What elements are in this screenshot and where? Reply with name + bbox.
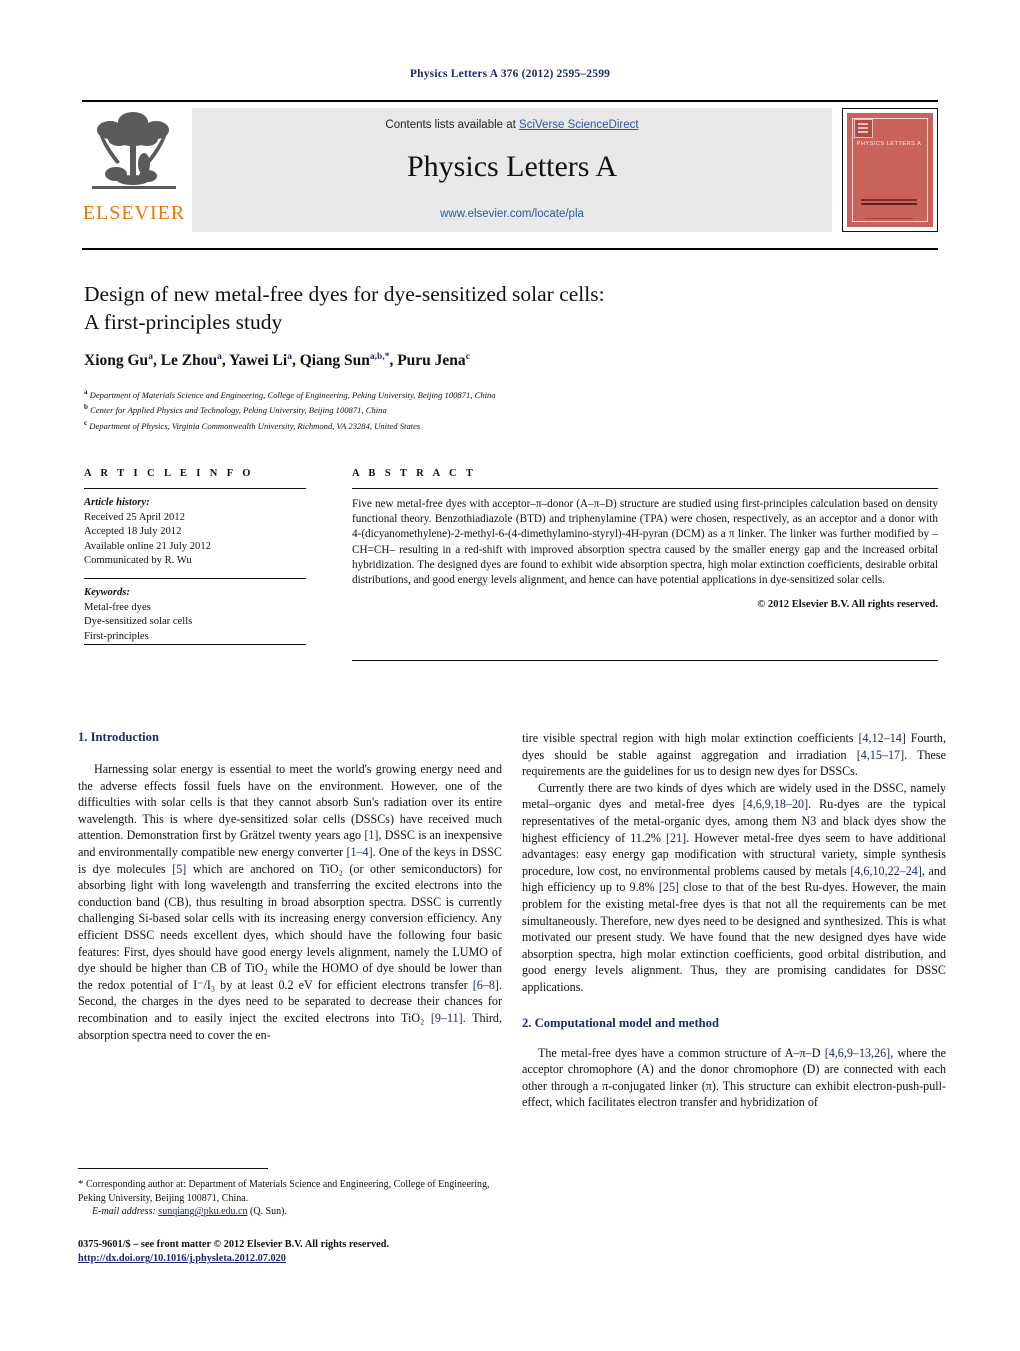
keywords-label: Keywords: (84, 586, 130, 598)
cover-badge-icon (854, 119, 873, 138)
abstract-block: A B S T R A C T Five new metal-free dyes… (352, 468, 938, 610)
paragraph: The metal-free dyes have a common struct… (522, 1045, 947, 1110)
citation[interactable]: [21] (666, 831, 686, 845)
citation[interactable]: [4,6,9–13,26] (825, 1046, 891, 1060)
email-link[interactable]: sunqiang@pku.edu.cn (158, 1206, 247, 1217)
citation[interactable]: [4,6,9,18–20] (743, 797, 809, 811)
elsevier-wordmark: ELSEVIER (82, 202, 186, 224)
author-list: Xiong Gua, Le Zhoua, Yawei Lia, Qiang Su… (84, 352, 470, 370)
email-note: E-mail address: sunqiang@pku.edu.cn (Q. … (92, 1206, 287, 1218)
abstract-heading: A B S T R A C T (352, 468, 477, 479)
page-title: Design of new metal-free dyes for dye-se… (84, 280, 784, 336)
author: Puru Jenac (397, 352, 470, 370)
affiliation: b Center for Applied Physics and Technol… (84, 403, 387, 416)
paragraph: Currently there are two kinds of dyes wh… (522, 780, 947, 994)
keyword: Dye-sensitized solar cells (84, 616, 193, 628)
citation[interactable]: [4,6,10,22–24] (850, 864, 922, 878)
citation[interactable]: [1–4] (346, 845, 372, 859)
abstract-bottom-divider (352, 660, 938, 661)
history-item: Received 25 April 2012 (84, 511, 185, 523)
asterisk-marker: * (78, 1178, 84, 1190)
title-divider (82, 248, 938, 250)
citation[interactable]: [4,15–17] (857, 748, 904, 762)
history-item: Available online 21 July 2012 (84, 540, 211, 552)
journal-homepage-link[interactable]: www.elsevier.com/locate/pla (192, 208, 832, 220)
footnote-block: * Corresponding author at: Department of… (78, 1178, 502, 1219)
section-heading-2: 2. Computational model and method (522, 1015, 719, 1030)
abstract-copyright: © 2012 Elsevier B.V. All rights reserved… (757, 599, 938, 611)
masthead-center-panel: Contents lists available at SciVerse Sci… (192, 108, 832, 232)
body-column-right: tire visible spectral region with high m… (522, 730, 946, 1111)
paragraph: tire visible spectral region with high m… (522, 731, 946, 779)
article-info-heading: A R T I C L E I N F O (84, 468, 254, 479)
issn-copyright-line: 0375-9601/$ – see front matter © 2012 El… (78, 1239, 390, 1250)
citation[interactable]: [25] (659, 880, 679, 894)
continued-text: tire visible spectral region with high m… (522, 731, 859, 745)
affiliation-list: a Department of Materials Science and En… (84, 386, 844, 432)
title-line-2: A first-principles study (84, 310, 283, 334)
email-label: E-mail address: (92, 1206, 156, 1218)
corresponding-author-note: * Corresponding author at: Department of… (78, 1178, 490, 1204)
history-item: Accepted 18 July 2012 (84, 526, 182, 538)
cover-journal-title: PHYSICS LETTERS A (856, 141, 922, 147)
imprint-block: 0375-9601/$ – see front matter © 2012 El… (78, 1238, 538, 1267)
journal-article-page: Physics Letters A 376 (2012) 2595–2599 E… (0, 0, 1020, 1351)
citation[interactable]: [5] (172, 862, 186, 876)
journal-masthead: ELSEVIER Contents lists available at Sci… (82, 100, 938, 237)
section-heading-1: 1. Introduction (78, 730, 159, 744)
citation[interactable]: [1] (364, 828, 378, 842)
contents-lists-line: Contents lists available at SciVerse Sci… (192, 119, 832, 131)
citation[interactable]: [6–8] (473, 978, 499, 992)
journal-cover-thumbnail[interactable]: PHYSICS LETTERS A (842, 108, 938, 232)
sciencedirect-link[interactable]: SciVerse ScienceDirect (519, 119, 639, 131)
author: Xiong Gua (84, 352, 153, 370)
elsevier-tree-icon (86, 106, 182, 202)
citation[interactable]: [9–11] (431, 1011, 463, 1025)
affiliation: c Department of Physics, Virginia Common… (84, 418, 421, 431)
history-item: Communicated by R. Wu (84, 555, 192, 567)
article-history: Article history: Received 25 April 2012 … (84, 489, 306, 569)
author: Le Zhoua (160, 352, 222, 370)
contents-prefix: Contents lists available at (385, 119, 520, 131)
article-info-block: A R T I C L E I N F O Article history: R… (84, 468, 306, 644)
keyword: First-principles (84, 630, 149, 642)
paragraph: Harnessing solar energy is essential to … (78, 762, 502, 1042)
keywords-block: Keywords: Metal-free dyes Dye-sensitized… (84, 579, 306, 644)
doi-link[interactable]: http://dx.doi.org/10.1016/j.physleta.201… (78, 1252, 538, 1266)
article-history-label: Article history: (84, 497, 150, 508)
citation[interactable]: [4,12–14] (858, 731, 905, 745)
footnote-divider (78, 1168, 268, 1169)
title-line-1: Design of new metal-free dyes for dye-se… (84, 282, 605, 306)
affiliation: a Department of Materials Science and En… (84, 388, 496, 400)
info-bottom-divider (84, 644, 306, 645)
journal-reference-line: Physics Letters A 376 (2012) 2595–2599 (409, 68, 611, 80)
journal-title: Physics Letters A (407, 150, 617, 183)
keyword: Metal-free dyes (84, 601, 151, 613)
body-column-left: 1. Introduction Harnessing solar energy … (78, 730, 502, 1043)
author: Yawei Lia (229, 352, 292, 370)
abstract-text: Five new metal-free dyes with acceptor–π… (352, 498, 938, 587)
elsevier-logo: ELSEVIER (82, 106, 186, 234)
author: Qiang Suna,b,* (299, 352, 390, 370)
